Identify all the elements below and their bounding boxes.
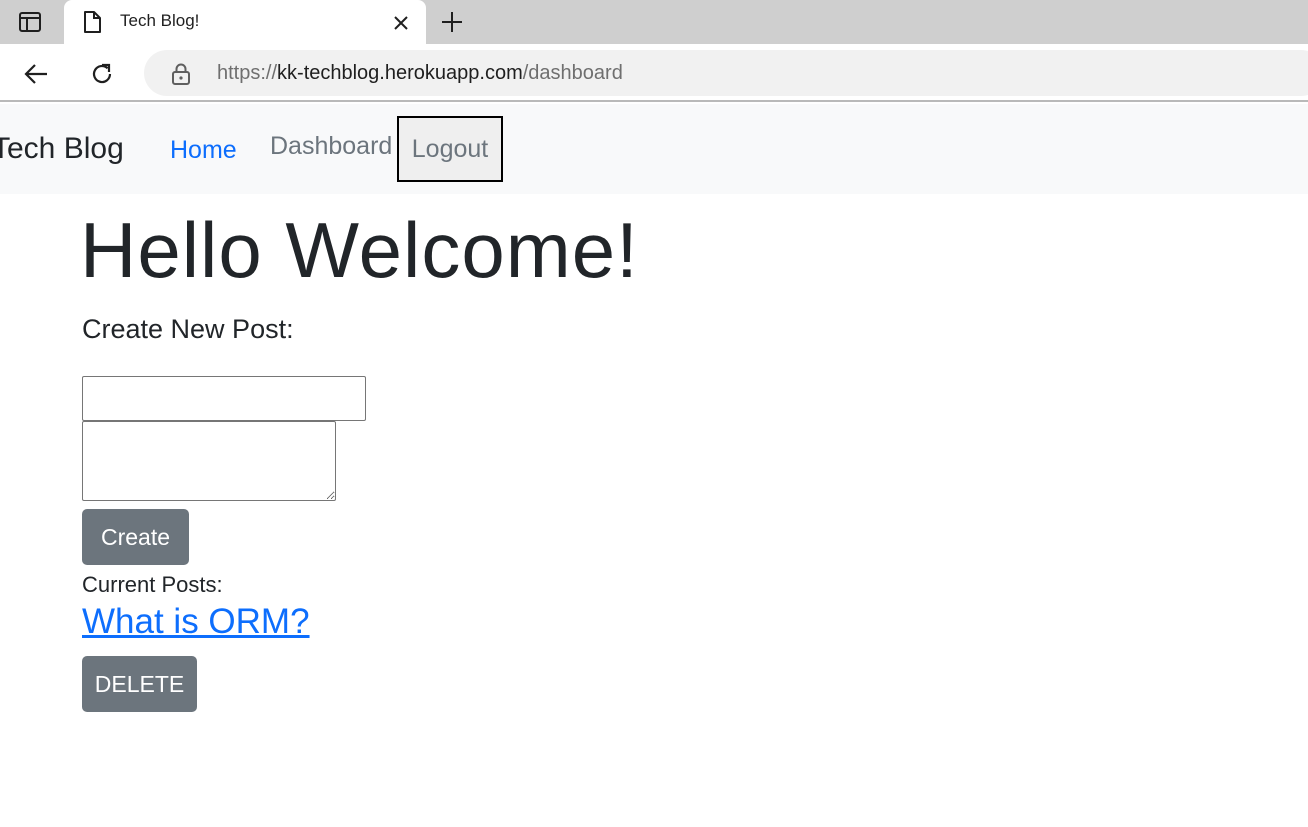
new-tab-icon[interactable] (438, 8, 466, 36)
reload-icon[interactable] (86, 58, 118, 90)
lock-icon[interactable] (170, 62, 192, 86)
post-title-link[interactable]: What is ORM? (82, 602, 310, 642)
create-button[interactable]: Create (82, 509, 189, 565)
tab-actions-icon[interactable] (14, 8, 46, 36)
current-posts-label: Current Posts: (82, 572, 223, 597)
delete-button[interactable]: DELETE (82, 656, 197, 712)
page: Tech Blog Home Dashboard Logout Hello We… (0, 104, 1308, 827)
create-post-label: Create New Post: (82, 314, 294, 344)
browser-toolbar: https://kk-techblog.herokuapp.com/dashbo… (0, 44, 1308, 102)
url-host: kk-techblog.herokuapp.com (277, 62, 523, 84)
back-icon[interactable] (20, 58, 52, 90)
nav-home-link[interactable]: Home (170, 136, 237, 165)
url-scheme: https:// (217, 62, 278, 84)
site-navbar: Tech Blog Home Dashboard Logout (0, 104, 1308, 194)
nav-dashboard-link[interactable]: Dashboard (270, 132, 392, 161)
browser-tab[interactable]: Tech Blog! (64, 0, 426, 44)
site-brand[interactable]: Tech Blog (0, 132, 124, 166)
post-title-input[interactable] (82, 376, 366, 421)
url-path: /dashboard (522, 62, 623, 84)
page-title: Hello Welcome! (80, 206, 639, 294)
logout-button[interactable]: Logout (397, 116, 503, 182)
post-body-textarea[interactable] (82, 421, 336, 501)
document-icon (82, 10, 104, 34)
address-bar[interactable]: https://kk-techblog.herokuapp.com/dashbo… (144, 50, 1308, 96)
browser-tabstrip: Tech Blog! (0, 0, 1308, 44)
url-text: https://kk-techblog.herokuapp.com/dashbo… (217, 62, 623, 85)
tab-title: Tech Blog! (120, 11, 200, 30)
close-icon[interactable] (389, 11, 413, 35)
